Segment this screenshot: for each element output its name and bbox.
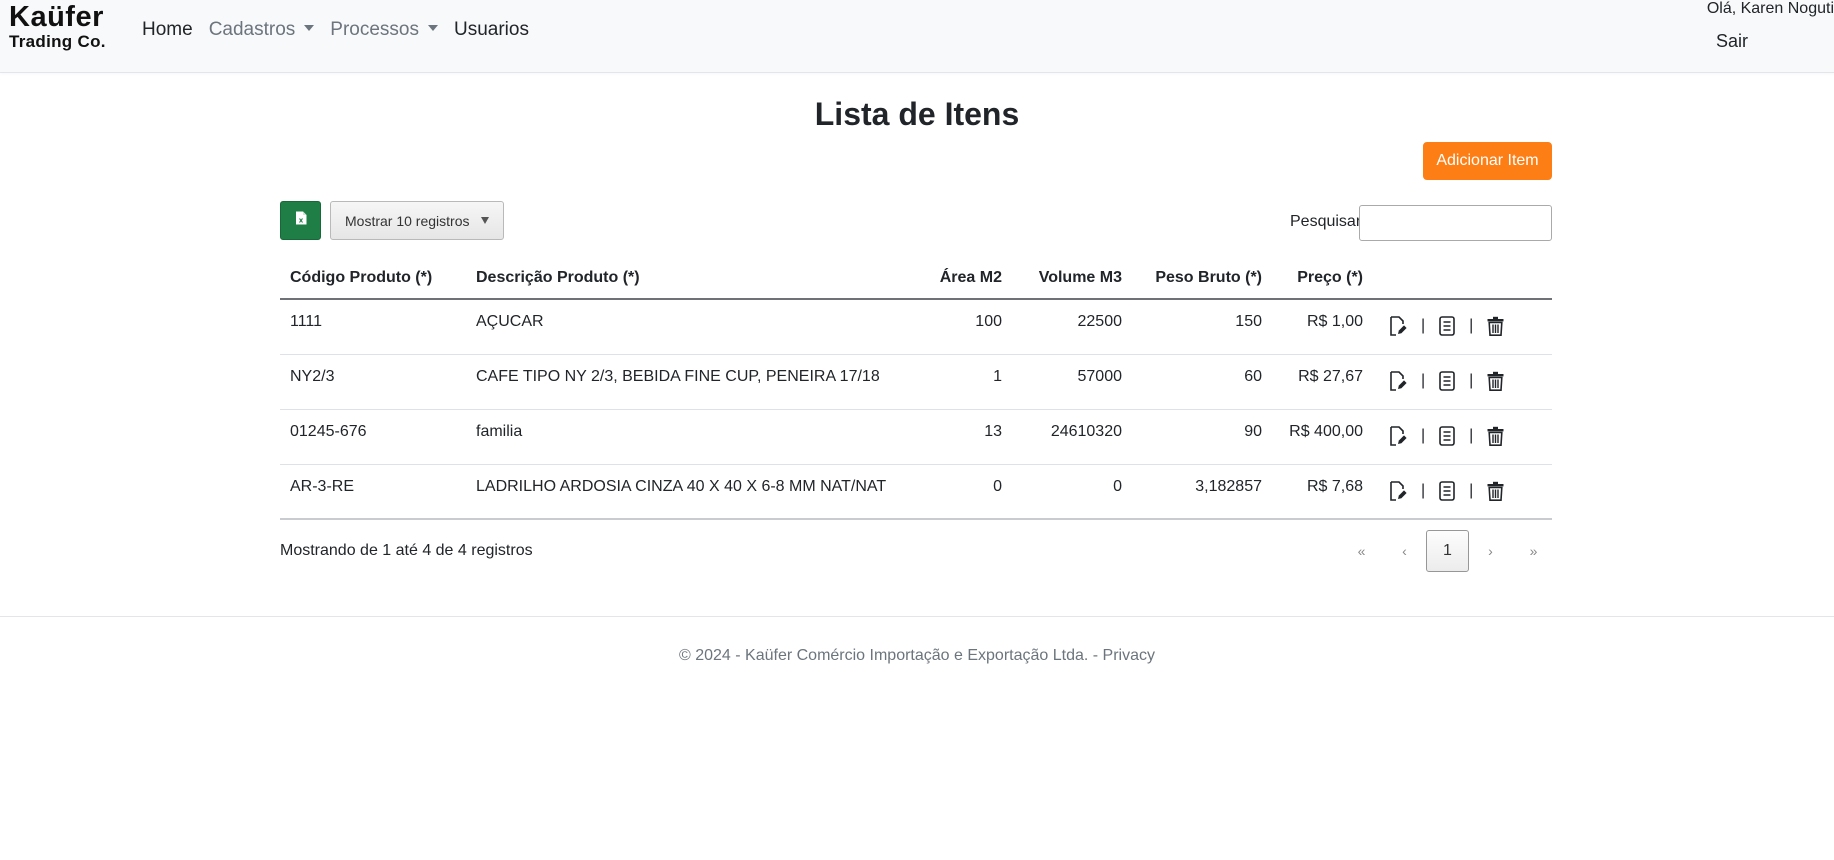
page-title: Lista de Itens: [814, 96, 1020, 132]
col-header-area[interactable]: Área M2: [912, 258, 1012, 300]
page-length-label: Mostrar 10 registros: [345, 212, 470, 229]
logout-link[interactable]: Sair: [1716, 31, 1748, 52]
details-icon[interactable]: [1439, 370, 1455, 391]
pagination-page-current[interactable]: 1: [1426, 530, 1469, 572]
user-greeting: Olá, Karen Noguti: [1706, 0, 1834, 17]
col-header-volume[interactable]: Volume M3: [1012, 258, 1132, 300]
cell-area: 100: [975, 313, 1002, 330]
cell-peso: 90: [1244, 422, 1262, 440]
cell-volume: 57000: [1077, 367, 1123, 385]
cell-descricao: AÇUCAR: [476, 313, 544, 330]
trash-icon[interactable]: [1487, 371, 1504, 391]
add-item-button[interactable]: Adicionar Item: [1423, 142, 1552, 180]
edit-icon[interactable]: [1389, 370, 1407, 391]
cell-codigo: 01245-676: [290, 422, 367, 440]
trash-icon[interactable]: [1487, 426, 1504, 446]
nav-cadastros-dropdown[interactable]: Cadastros: [209, 19, 315, 41]
cell-peso: 60: [1244, 367, 1262, 385]
brand-line-1: Kaüfer: [9, 1, 104, 33]
cell-descricao: CAFE TIPO NY 2/3, BEBIDA FINE CUP, PENEI…: [476, 367, 880, 385]
nav-home[interactable]: Home: [142, 19, 193, 41]
cell-descricao: familia: [476, 422, 523, 440]
table-row: 1111 AÇUCAR 100 22500 150 R$ 1,00 | |: [280, 299, 1552, 354]
footer: © 2024 - Kaüfer Comércio Importação e Ex…: [0, 647, 1834, 665]
chevron-down-icon: [428, 25, 438, 31]
cell-area: 1: [993, 367, 1002, 385]
cell-actions: | |: [1373, 299, 1552, 354]
nav-processos-label: Processos: [330, 19, 419, 40]
pagination-prev[interactable]: ‹: [1383, 530, 1426, 572]
cell-codigo: AR-3-RE: [290, 477, 355, 495]
cell-actions: | |: [1373, 409, 1552, 464]
cell-codigo: NY2/3: [290, 367, 335, 385]
table-header-row: Código Produto (*) Descrição Produto (*)…: [280, 258, 1552, 300]
cell-actions: | |: [1373, 354, 1552, 409]
nav-processos-dropdown[interactable]: Processos: [330, 19, 438, 41]
footer-divider: [0, 616, 1834, 617]
top-navbar: Kaüfer Trading Co. Home Cadastros Proces…: [0, 0, 1834, 73]
action-separator: |: [1469, 481, 1474, 499]
cell-preco: R$ 7,68: [1306, 477, 1363, 495]
edit-icon[interactable]: [1389, 480, 1407, 501]
svg-text:x: x: [298, 217, 303, 225]
action-separator: |: [1421, 317, 1426, 334]
table-row: NY2/3 CAFE TIPO NY 2/3, BEBIDA FINE CUP,…: [280, 354, 1552, 409]
cell-area: 0: [993, 477, 1002, 495]
col-header-actions: [1373, 258, 1552, 300]
items-table: Código Produto (*) Descrição Produto (*)…: [280, 258, 1552, 520]
pagination-next[interactable]: ›: [1469, 530, 1512, 572]
details-icon[interactable]: [1439, 480, 1455, 501]
action-separator: |: [1421, 481, 1426, 499]
trash-icon[interactable]: [1487, 481, 1504, 501]
cell-preco: R$ 400,00: [1289, 422, 1363, 440]
cell-preco: R$ 1,00: [1306, 313, 1363, 330]
action-separator: |: [1469, 426, 1474, 444]
export-excel-button[interactable]: x: [280, 201, 321, 240]
details-icon[interactable]: [1439, 316, 1455, 336]
trash-icon[interactable]: [1487, 316, 1504, 336]
brand-line-2: Trading Co.: [9, 32, 106, 51]
cell-preco: R$ 27,67: [1298, 367, 1363, 385]
nav-usuarios[interactable]: Usuarios: [454, 19, 529, 41]
action-separator: |: [1469, 317, 1474, 334]
cell-peso: 150: [1235, 313, 1262, 330]
edit-icon[interactable]: [1389, 316, 1407, 336]
table-row: 01245-676 familia 13 24610320 90 R$ 400,…: [280, 409, 1552, 464]
table-row: AR-3-RE LADRILHO ARDOSIA CINZA 40 X 40 X…: [280, 464, 1552, 519]
table-info: Mostrando de 1 até 4 de 4 registros: [280, 542, 533, 559]
footer-copyright: © 2024 - Kaüfer Comércio Importação e Ex…: [678, 647, 1103, 664]
cell-volume: 22500: [1077, 313, 1123, 330]
cell-volume: 0: [1113, 477, 1122, 495]
caret-down-icon: [481, 217, 490, 224]
pagination-last[interactable]: »: [1512, 530, 1555, 572]
chevron-down-icon: [304, 25, 315, 31]
col-header-codigo[interactable]: Código Produto (*): [280, 258, 466, 300]
pagination: « ‹ 1 › »: [1340, 530, 1555, 572]
excel-file-icon: x: [295, 211, 307, 230]
cell-area: 13: [984, 422, 1002, 440]
col-header-peso[interactable]: Peso Bruto (*): [1132, 258, 1272, 300]
page-length-dropdown[interactable]: Mostrar 10 registros: [330, 201, 504, 240]
cell-actions: | |: [1373, 464, 1552, 519]
search-label: Pesquisar: [1290, 213, 1362, 230]
action-separator: |: [1469, 371, 1474, 389]
details-icon[interactable]: [1439, 425, 1455, 446]
brand-logo[interactable]: Kaüfer Trading Co.: [9, 1, 106, 51]
cell-codigo: 1111: [290, 313, 323, 330]
cell-peso: 3,182857: [1195, 477, 1262, 495]
cell-volume: 24610320: [1050, 422, 1122, 440]
pagination-first[interactable]: «: [1340, 530, 1383, 572]
search-input[interactable]: [1359, 205, 1552, 241]
cell-descricao: LADRILHO ARDOSIA CINZA 40 X 40 X 6-8 MM …: [476, 477, 887, 495]
privacy-link[interactable]: Privacy: [1103, 647, 1155, 664]
nav-cadastros-label: Cadastros: [208, 19, 296, 40]
edit-icon[interactable]: [1389, 425, 1407, 446]
action-separator: |: [1421, 371, 1426, 389]
main-nav: Home Cadastros Processos Usuarios: [142, 19, 545, 41]
action-separator: |: [1421, 426, 1426, 444]
col-header-descricao[interactable]: Descrição Produto (*): [466, 258, 912, 300]
col-header-preco[interactable]: Preço (*): [1272, 258, 1373, 300]
